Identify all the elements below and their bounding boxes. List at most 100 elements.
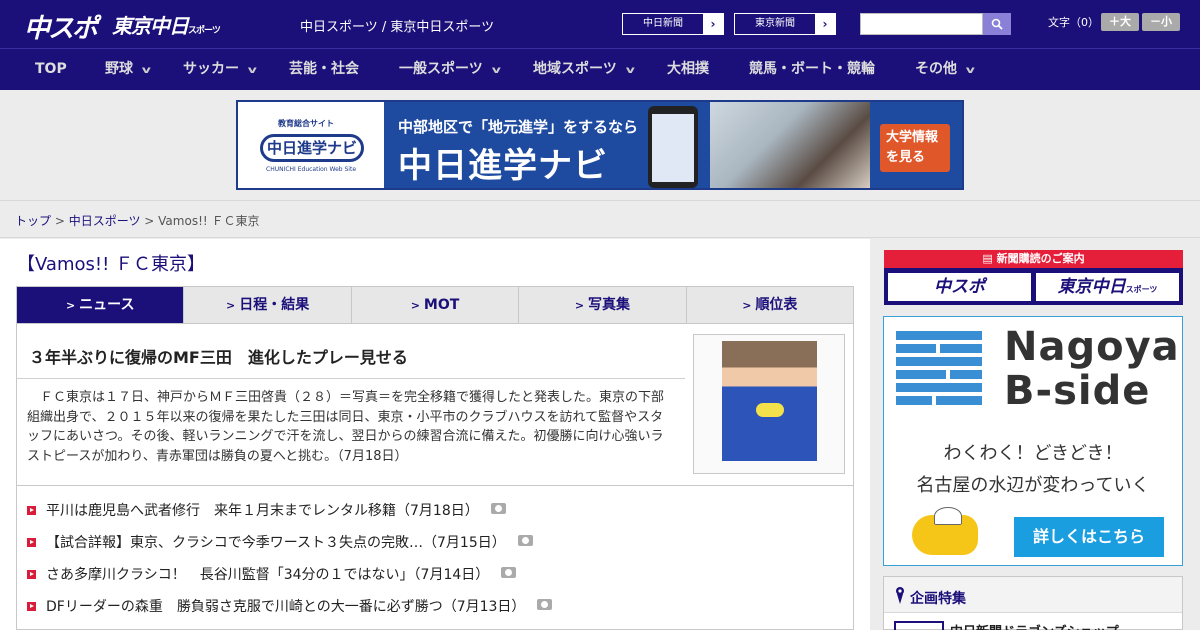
subscribe-tokyo-button[interactable]: 東京中日スポーツ: [1036, 273, 1179, 301]
tokyo-chunichi-logo[interactable]: 東京中日スポーツ: [112, 10, 221, 39]
chevron-down-icon: v: [625, 65, 635, 76]
nav-item-general-sports[interactable]: 一般スポーツ v: [399, 49, 501, 90]
list-item[interactable]: 平川は鹿児島へ武者修行 来年１月末までレンタル移籍（7月18日）: [27, 500, 506, 522]
nav-item-top[interactable]: TOP: [35, 49, 67, 90]
subscribe-tokyo-label: 東京中日: [1057, 277, 1126, 297]
tab-photos[interactable]: > 写真集: [519, 287, 687, 323]
brick-decoration: [896, 357, 982, 366]
mascot-image: [912, 507, 978, 555]
chevron-down-icon: v: [141, 65, 151, 76]
banner-logo: 中日進学ナビ: [260, 134, 364, 162]
ribbon-icon: [896, 587, 904, 604]
feature-title: 企画特集: [910, 591, 966, 607]
brick-decoration: [896, 331, 982, 340]
nav-label: TOP: [35, 61, 67, 77]
subscribe-tokyo-small: スポーツ: [1125, 285, 1158, 294]
ad-brand-name: Nagoya B-side: [1004, 325, 1180, 413]
chuspo-logo[interactable]: 中スポ: [24, 8, 98, 45]
bullet-icon: [27, 570, 36, 579]
site-header: 中スポ 東京中日スポーツ 中日スポーツ / 東京中日スポーツ 中日新聞 › 東京…: [0, 0, 1200, 48]
list-item[interactable]: さあ多摩川クラシコ！ 長谷川監督「34分の１ではない」（7月14日）: [27, 564, 517, 586]
chunichi-shimbun-button[interactable]: 中日新聞 ›: [622, 13, 724, 35]
banner-site-label: 教育総合サイト: [278, 119, 334, 128]
list-item[interactable]: DFリーダーの森重 勝負弱さ克服で川崎との大一番に必ず勝つ（7月13日）: [27, 596, 553, 618]
nav-item-racing[interactable]: 競馬・ボート・競輪: [749, 49, 875, 90]
nav-item-soccer[interactable]: サッカー v: [183, 49, 257, 90]
list-item[interactable]: 【試合詳報】東京、クラシコで今季ワースト３失点の完敗…（7月15日）: [27, 532, 533, 554]
brick-decoration: [896, 370, 946, 379]
brick-decoration: [896, 344, 936, 353]
chevron-down-icon: v: [491, 65, 501, 76]
subscription-box: ▤ 新聞購読のご案内 中スポ 東京中日スポーツ: [884, 250, 1183, 305]
breadcrumb-top[interactable]: トップ: [15, 214, 51, 228]
brick-decoration: [950, 370, 982, 379]
nav-item-entertainment[interactable]: 芸能・社会: [289, 49, 359, 90]
newspaper-icon: ▤: [982, 252, 997, 265]
bullet-icon: [27, 538, 36, 547]
nav-label: 野球: [105, 61, 133, 77]
feature-item[interactable]: 中日新聞ドラゴンズショップ: [950, 621, 1119, 630]
tokyo-shimbun-button[interactable]: 東京新聞 ›: [734, 13, 836, 35]
breadcrumb-separator: >: [140, 214, 159, 228]
chevron-right-icon: ›: [703, 14, 723, 34]
camera-icon: [501, 567, 517, 578]
nav-label: 競馬・ボート・競輪: [749, 61, 875, 77]
search-input[interactable]: [860, 13, 983, 35]
search-button[interactable]: [983, 13, 1011, 35]
tab-mot[interactable]: > MOT: [351, 287, 520, 323]
phone-image: [648, 106, 698, 188]
brick-decoration: [896, 396, 932, 405]
shingaku-navi-banner[interactable]: 教育総合サイト 中日進学ナビ CHUNICHI Education Web Si…: [236, 100, 964, 190]
nav-item-sumo[interactable]: 大相撲: [667, 49, 709, 90]
camera-icon: [490, 503, 506, 514]
tab-schedule[interactable]: > 日程・結果: [184, 287, 352, 323]
chunichi-shimbun-label: 中日新聞: [643, 18, 683, 29]
tab-label: 順位表: [755, 297, 798, 313]
bullet-icon: [27, 506, 36, 515]
feature-heading: 企画特集: [884, 577, 1182, 613]
tokyo-shimbun-label: 東京新聞: [755, 18, 795, 29]
news-title: さあ多摩川クラシコ！ 長谷川監督「34分の１ではない」（7月14日）: [46, 567, 490, 583]
nav-label: 地域スポーツ: [533, 61, 617, 77]
article-photo-frame[interactable]: [693, 334, 845, 474]
news-title: DFリーダーの森重 勝負弱さ克服で川崎との大一番に必ず勝つ（7月13日）: [46, 599, 526, 615]
text-size-up-button[interactable]: ＋大: [1101, 13, 1139, 31]
banner-logo-panel: 教育総合サイト 中日進学ナビ CHUNICHI Education Web Si…: [238, 102, 384, 188]
site-name: 中日スポーツ / 東京中日スポーツ: [300, 20, 495, 35]
feature-box: 企画特集 中日新聞ドラゴンズショップ: [883, 576, 1183, 630]
news-title: 平川は鹿児島へ武者修行 来年１月末までレンタル移籍（7月18日）: [46, 503, 479, 519]
subscribe-chuspo-button[interactable]: 中スポ: [888, 273, 1031, 301]
tab-label: ニュース: [79, 297, 135, 313]
search-icon: [991, 18, 1003, 30]
brick-decoration: [896, 383, 982, 392]
tab-news[interactable]: > ニュース: [17, 287, 185, 323]
breadcrumb-separator: >: [51, 214, 69, 228]
brick-decoration: [936, 396, 982, 405]
nav-label: 一般スポーツ: [399, 61, 483, 77]
breadcrumb-section[interactable]: 中日スポーツ: [69, 214, 141, 228]
tokyo-logo-small: スポーツ: [188, 26, 221, 36]
nav-label: 大相撲: [667, 61, 709, 77]
ad-details-button[interactable]: 詳しくはこちら: [1014, 517, 1164, 557]
nav-item-other[interactable]: その他 v: [915, 49, 975, 90]
nav-item-baseball[interactable]: 野球 v: [105, 49, 151, 90]
article-headline[interactable]: ３年半ぶりに復帰のMF三田 進化したプレー見せる: [29, 344, 408, 368]
nav-label: 芸能・社会: [289, 61, 359, 77]
tab-label: 日程・結果: [239, 297, 310, 313]
camera-icon: [517, 535, 533, 546]
text-size-down-button[interactable]: －小: [1142, 13, 1180, 31]
lead-article: ３年半ぶりに復帰のMF三田 進化したプレー見せる ＦＣ東京は１７日、神戸からＭＦ…: [16, 324, 854, 486]
tab-standings[interactable]: > 順位表: [686, 287, 854, 323]
subscription-heading: ▤ 新聞購読のご案内: [884, 250, 1183, 268]
breadcrumb-bar: トップ > 中日スポーツ > Vamos!! ＦＣ東京: [0, 200, 1200, 238]
chevron-down-icon: v: [247, 65, 257, 76]
chevron-right-icon: >: [65, 299, 76, 312]
phone-screen: [652, 114, 694, 182]
tab-label: 写真集: [588, 297, 631, 313]
nagoya-bside-ad[interactable]: Nagoya B-side わくわく！どきどき！ 名古屋の水辺が変わっていく 詳し…: [883, 316, 1183, 566]
bullet-icon: [27, 602, 36, 611]
banner-title: 中日進学ナビ: [398, 146, 608, 186]
chevron-right-icon: >: [574, 299, 585, 312]
nav-item-local-sports[interactable]: 地域スポーツ v: [533, 49, 635, 90]
ad-brand-line1: Nagoya: [1004, 324, 1180, 370]
